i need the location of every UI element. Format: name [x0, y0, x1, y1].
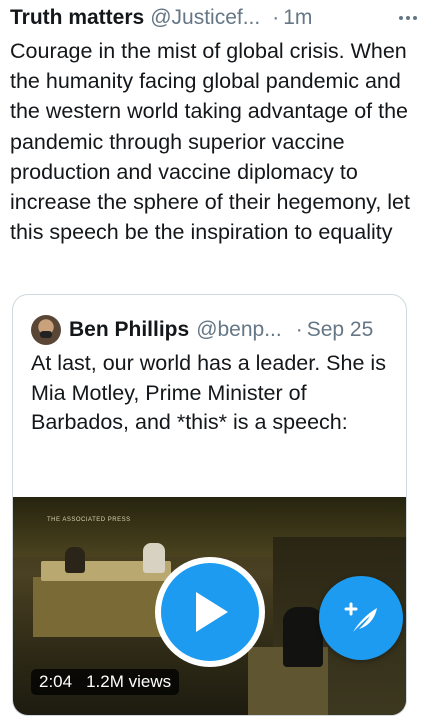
quoted-author-name: Ben Phillips — [69, 318, 190, 341]
quoted-tweet-date: Sep 25 — [306, 318, 374, 341]
avatar[interactable] — [31, 315, 61, 345]
video-duration: 2:04 — [39, 672, 73, 691]
video-watermark: THE ASSOCIATED PRESS — [47, 517, 131, 523]
tweet-timestamp[interactable]: 1m — [283, 4, 312, 32]
more-horizontal-icon[interactable] — [394, 4, 422, 32]
quoted-author-handle: @benp... — [196, 318, 282, 341]
tweet-header: Truth matters @Justicef... · 1m — [10, 4, 422, 32]
author-handle[interactable]: @Justicef... — [150, 4, 260, 32]
play-icon — [161, 563, 259, 661]
compose-tweet-button[interactable] — [319, 576, 403, 660]
quoted-tweet-header: Ben Phillips @benp... · Sep 25 — [31, 313, 401, 347]
tweet-text: Courage in the mist of global crisis. Wh… — [10, 39, 410, 245]
separator-dot: · — [295, 318, 303, 341]
video-frame-person — [143, 543, 165, 573]
author-name[interactable]: Truth matters — [10, 4, 144, 32]
video-views: 1.2M views — [86, 672, 172, 691]
quoted-tweet-text: At last, our world has a leader. She is … — [31, 351, 386, 434]
compose-tweet-icon — [344, 602, 377, 632]
video-frame-speaker — [283, 607, 323, 667]
separator-dot: · — [272, 6, 280, 29]
play-button[interactable] — [155, 557, 265, 667]
video-meta-badge: 2:04 1.2M views — [31, 669, 180, 695]
video-frame-person — [65, 547, 85, 573]
